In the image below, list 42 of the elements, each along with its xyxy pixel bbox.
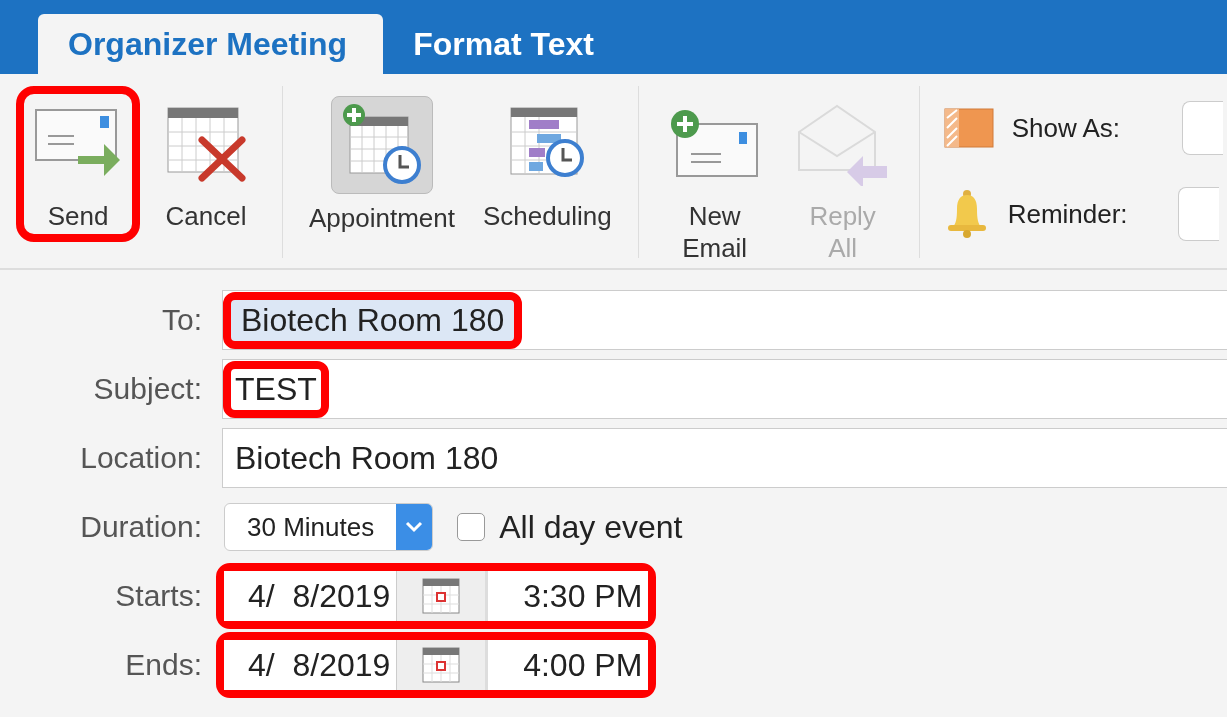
appointment-button[interactable]: Appointment [297,86,467,244]
new-envelope-icon [668,108,761,180]
option-dropdown[interactable] [1177,187,1219,241]
recipient-token[interactable]: Biotech Room 180 [223,291,523,349]
subject-text: TEST [223,360,329,418]
date-time-picker[interactable]: 4/ 8/2019 3:30 PM [216,563,657,629]
calendar-clock-icon [342,103,422,187]
subject-field[interactable]: TEST [222,359,1227,419]
field-label: Ends: [124,648,203,682]
calendar-button[interactable] [396,571,486,621]
ribbon-tab[interactable]: Format Text [383,14,630,74]
calendar-button[interactable] [396,640,486,690]
scheduling-button[interactable]: Scheduling [471,86,624,242]
location-text: Biotech Room 180 [234,438,500,478]
status-swatch-icon [943,108,994,148]
to-field[interactable]: Biotech Room 180 [222,290,1227,350]
time-field[interactable]: 4:00 PM [488,640,649,690]
field-label: To: [160,303,203,337]
calendar-icon [422,578,461,614]
date-field[interactable]: 4/ 8/2019 [224,571,397,621]
field-label: Location: [79,441,203,475]
new-email-button[interactable]: New Email [652,86,777,274]
date-field[interactable]: 4/ 8/2019 [224,640,397,690]
field-label: Starts: [114,579,203,613]
send-button[interactable]: Send [16,86,140,242]
date-time-picker[interactable]: 4/ 8/2019 4:00 PM [216,632,657,698]
chevron-down-icon [405,521,424,533]
option-label: Reminder: [1007,198,1129,230]
option-dropdown[interactable] [1181,101,1223,155]
duration-dropdown[interactable]: 30 Minutes [224,503,434,551]
envelope-reply-icon [796,102,889,186]
calendar-icon [422,647,461,683]
calendar-cross-icon [166,104,246,184]
checkbox[interactable] [457,513,486,541]
cancel-button[interactable]: Cancel [144,86,268,242]
time-field[interactable]: 3:30 PM [488,571,649,621]
checkbox-label[interactable]: All day event [499,508,683,546]
location-field[interactable]: Biotech Room 180 [222,428,1227,488]
option-label: Show As: [1011,112,1122,144]
ribbon-tab[interactable]: Organizer Meeting [38,14,384,74]
field-label: Subject: [92,372,203,406]
field-label: Duration: [79,510,203,544]
